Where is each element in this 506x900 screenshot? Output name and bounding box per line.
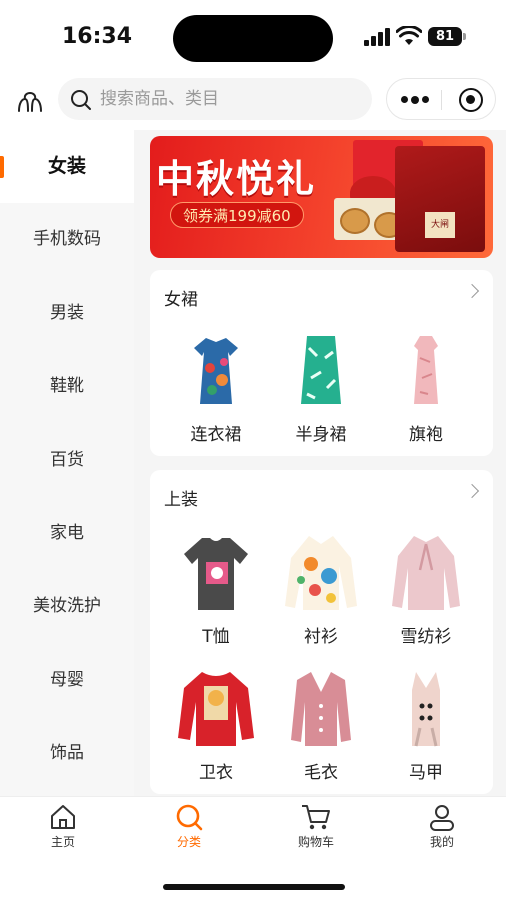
status-time: 16:34 bbox=[62, 24, 133, 49]
category-label: 连衣裙 bbox=[190, 425, 242, 445]
product-thumbnail bbox=[376, 666, 476, 752]
product-thumbnail bbox=[271, 530, 371, 616]
category-search-icon bbox=[176, 804, 203, 831]
cart-icon bbox=[302, 805, 330, 830]
profile-icon bbox=[430, 805, 454, 831]
status-bar: 16:34 81 bbox=[0, 0, 506, 72]
category-label: 衬衫 bbox=[304, 627, 338, 647]
gift-box-label: 大闸 bbox=[425, 212, 455, 238]
screen: 16:34 81 搜索商品、类目 女装 手机数码 男装 鞋靴 百货 家电 美妆洗… bbox=[0, 0, 506, 900]
section-card-tops: 上装 T恤 衬衫 雪纺衫 卫衣 毛衣 马甲 bbox=[150, 470, 493, 794]
tab-profile[interactable]: 我的 bbox=[402, 803, 482, 850]
category-item[interactable]: 雪纺衫 bbox=[376, 530, 476, 647]
search-placeholder: 搜索商品、类目 bbox=[100, 89, 219, 109]
tab-home[interactable]: 主页 bbox=[23, 803, 103, 850]
sidebar-item-appliances[interactable]: 家电 bbox=[0, 497, 134, 570]
product-thumbnail bbox=[271, 328, 371, 414]
battery-icon: 81 bbox=[428, 27, 466, 46]
tab-label: 主页 bbox=[50, 835, 75, 849]
category-label: 马甲 bbox=[409, 763, 443, 783]
search-icon bbox=[71, 90, 91, 110]
crab-gift-box-image: 大闸 bbox=[395, 146, 485, 252]
sidebar-item-beauty[interactable]: 美妆洗护 bbox=[0, 570, 134, 643]
category-label: 毛衣 bbox=[304, 763, 338, 783]
sidebar-item-women[interactable]: 女装 bbox=[0, 130, 134, 204]
banner-title: 中秋悦礼 bbox=[156, 157, 317, 201]
category-item[interactable]: 连衣裙 bbox=[166, 328, 266, 445]
product-thumbnail bbox=[376, 530, 476, 616]
sidebar-item-general[interactable]: 百货 bbox=[0, 424, 134, 497]
section-title: 上装 bbox=[164, 490, 198, 510]
wifi-icon bbox=[396, 26, 422, 45]
section-title: 女裙 bbox=[164, 290, 198, 310]
promo-banner[interactable]: 中秋悦礼 领券满199减60 大闸 bbox=[150, 136, 493, 258]
section-card-skirts: 女裙 连衣裙 半身裙 旗袍 bbox=[150, 270, 493, 456]
top-bar: 搜索商品、类目 bbox=[0, 72, 506, 128]
category-label: 半身裙 bbox=[295, 425, 347, 445]
product-thumbnail bbox=[166, 328, 266, 414]
tab-label: 购物车 bbox=[297, 835, 334, 849]
category-sidebar: 女装 手机数码 男装 鞋靴 百货 家电 美妆洗护 母婴 饰品 bbox=[0, 130, 134, 796]
banner-coupon: 领券满199减60 bbox=[170, 202, 304, 228]
home-indicator bbox=[163, 884, 345, 890]
mini-program-capsule bbox=[386, 78, 496, 120]
mini-program-logo-icon[interactable] bbox=[16, 87, 44, 113]
product-thumbnail bbox=[376, 328, 476, 414]
category-item[interactable]: 马甲 bbox=[376, 666, 476, 783]
tab-label: 分类 bbox=[176, 835, 201, 849]
dynamic-island bbox=[173, 15, 333, 62]
search-input[interactable]: 搜索商品、类目 bbox=[58, 78, 372, 120]
chevron-right-icon[interactable] bbox=[464, 483, 480, 499]
home-icon bbox=[51, 805, 75, 829]
category-item[interactable]: 卫衣 bbox=[166, 666, 266, 783]
sidebar-item-men[interactable]: 男装 bbox=[0, 277, 134, 350]
chevron-right-icon[interactable] bbox=[464, 283, 480, 299]
product-thumbnail bbox=[166, 666, 266, 752]
close-miniprogram-icon[interactable] bbox=[459, 88, 483, 112]
sidebar-item-accessories[interactable]: 饰品 bbox=[0, 717, 134, 790]
category-item[interactable]: T恤 bbox=[166, 530, 266, 647]
sidebar-item-digital[interactable]: 手机数码 bbox=[0, 203, 134, 276]
more-icon[interactable] bbox=[401, 95, 429, 104]
tab-label: 我的 bbox=[429, 835, 454, 849]
tab-cart[interactable]: 购物车 bbox=[276, 803, 356, 850]
product-thumbnail bbox=[166, 530, 266, 616]
category-label: 旗袍 bbox=[409, 425, 443, 445]
category-item[interactable]: 旗袍 bbox=[376, 328, 476, 445]
category-label: 雪纺衫 bbox=[400, 627, 452, 647]
sidebar-item-baby[interactable]: 母婴 bbox=[0, 644, 134, 717]
tab-category[interactable]: 分类 bbox=[149, 803, 229, 850]
capsule-divider bbox=[441, 90, 442, 110]
product-thumbnail bbox=[271, 666, 371, 752]
category-item[interactable]: 衬衫 bbox=[271, 530, 371, 647]
category-label: T恤 bbox=[202, 627, 230, 647]
mooncake-image bbox=[340, 208, 370, 234]
category-item[interactable]: 毛衣 bbox=[271, 666, 371, 783]
category-content: 中秋悦礼 领券满199减60 大闸 女裙 连衣裙 半身裙 旗袍 上装 T恤 衬衫… bbox=[134, 130, 506, 796]
sidebar-item-shoes[interactable]: 鞋靴 bbox=[0, 350, 134, 423]
category-label: 卫衣 bbox=[199, 763, 233, 783]
category-item[interactable]: 半身裙 bbox=[271, 328, 371, 445]
signal-icon bbox=[364, 28, 390, 46]
